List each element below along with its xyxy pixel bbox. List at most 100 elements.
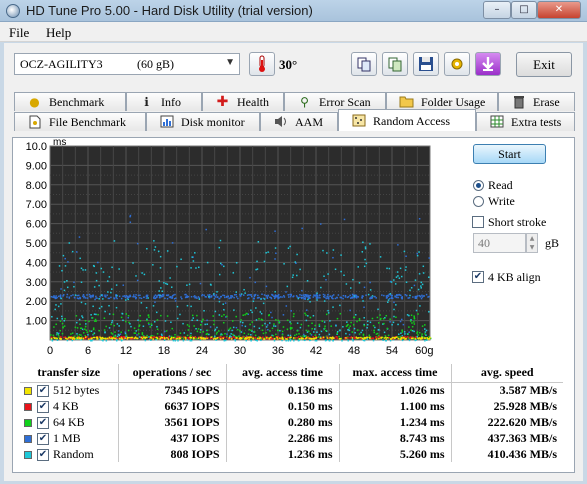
data-point-1mb <box>405 255 407 257</box>
tab-info[interactable]: ℹ Info <box>126 92 202 111</box>
tab-health[interactable]: ✚ Health <box>202 92 284 111</box>
data-point-64kb <box>62 326 64 329</box>
short-stroke-input[interactable]: 40 <box>473 233 526 253</box>
data-point-random <box>289 334 292 337</box>
data-point-512b <box>399 338 402 340</box>
data-point-1mb <box>406 294 408 297</box>
data-point-random <box>286 285 289 288</box>
data-point-1mb <box>250 295 253 298</box>
save-icon[interactable] <box>413 52 439 76</box>
data-point-random <box>377 308 379 311</box>
data-point-random <box>260 339 262 342</box>
short-stroke-checkbox[interactable] <box>472 216 484 228</box>
data-point-1mb <box>66 293 69 296</box>
data-point-512b <box>119 337 121 340</box>
data-point-1mb <box>136 279 139 282</box>
data-point-64kb <box>325 313 328 316</box>
thermometer-icon[interactable] <box>249 52 275 76</box>
tab-random-access[interactable]: Random Access <box>338 109 476 131</box>
series-checkbox[interactable]: ✔ <box>37 385 49 397</box>
data-point-random <box>403 250 406 253</box>
data-point-64kb <box>261 329 264 332</box>
series-checkbox[interactable]: ✔ <box>37 400 49 413</box>
maximize-button[interactable]: □ <box>511 1 537 19</box>
data-point-1mb <box>164 330 166 333</box>
tab-erase[interactable]: Erase <box>498 92 575 111</box>
data-point-64kb <box>300 323 303 326</box>
data-point-1mb <box>221 263 223 266</box>
tab-file-benchmark[interactable]: File Benchmark <box>14 112 146 131</box>
series-checkbox[interactable]: ✔ <box>37 432 49 445</box>
data-point-random <box>165 282 167 285</box>
align-checkbox[interactable]: ✔ <box>472 271 484 283</box>
data-point-random <box>54 308 56 311</box>
data-point-random <box>347 339 349 342</box>
data-point-1mb <box>350 296 353 299</box>
data-point-random <box>424 339 426 342</box>
exit-button[interactable]: Exit <box>516 52 572 77</box>
start-button[interactable]: Start <box>473 144 546 164</box>
tab-label: Info <box>161 95 181 109</box>
short-stroke-label: Short stroke <box>488 215 547 229</box>
data-point-1mb <box>215 294 218 296</box>
options-icon[interactable] <box>444 52 470 76</box>
data-point-1mb <box>145 297 148 299</box>
data-point-512b <box>256 337 259 340</box>
data-point-1mb <box>292 295 294 298</box>
series-checkbox[interactable]: ✔ <box>37 448 49 461</box>
data-point-512b <box>268 337 271 339</box>
data-point-1mb <box>129 214 132 217</box>
data-point-random <box>285 339 287 342</box>
tab-aam[interactable]: AAM <box>260 112 338 131</box>
minimize-button[interactable]: – <box>483 1 511 19</box>
data-point-1mb <box>319 297 321 299</box>
data-point-512b <box>351 337 354 339</box>
data-point-1mb <box>303 333 305 336</box>
data-point-1mb <box>209 326 212 328</box>
avg-cell: 0.280 ms <box>226 414 340 430</box>
data-point-64kb <box>82 332 85 334</box>
data-point-64kb <box>110 323 112 326</box>
copy-screenshot-icon[interactable] <box>382 52 408 76</box>
data-point-random <box>334 268 337 271</box>
data-point-512b <box>126 338 129 340</box>
data-point-64kb <box>413 316 416 318</box>
data-point-random <box>418 273 421 275</box>
spin-stepper[interactable]: ▲ ▼ <box>526 233 538 253</box>
write-radio[interactable] <box>473 196 484 207</box>
data-point-random <box>343 274 345 277</box>
data-point-random <box>274 291 276 293</box>
data-point-512b <box>172 336 175 339</box>
data-point-random <box>111 266 113 269</box>
menu-help[interactable]: Help <box>46 25 71 41</box>
data-point-random <box>357 266 359 268</box>
data-point-random <box>63 281 66 283</box>
data-point-4kb <box>194 336 196 338</box>
read-radio[interactable] <box>473 180 484 191</box>
data-point-512b <box>414 338 417 340</box>
close-button[interactable]: ✕ <box>537 1 581 19</box>
data-point-1mb <box>298 296 301 299</box>
data-point-1mb <box>225 295 228 298</box>
data-point-64kb <box>307 325 310 327</box>
data-point-1mb <box>190 295 193 298</box>
menu-file[interactable]: File <box>9 25 29 41</box>
drive-select[interactable]: OCZ-AGILITY3 (60 gB) ▼ <box>14 53 240 75</box>
data-point-random <box>367 293 370 296</box>
series-checkbox[interactable]: ✔ <box>37 416 49 429</box>
tab-extra-tests[interactable]: Extra tests <box>476 112 575 131</box>
data-point-random <box>154 246 157 248</box>
data-point-1mb <box>334 297 337 300</box>
data-point-1mb <box>416 252 418 255</box>
data-point-64kb <box>413 323 416 325</box>
copy-info-icon[interactable] <box>351 52 377 76</box>
data-point-random <box>340 270 342 273</box>
download-icon[interactable] <box>475 52 501 76</box>
data-point-512b <box>210 336 212 339</box>
data-point-512b <box>133 337 136 340</box>
tab-benchmark[interactable]: ● Benchmark <box>14 92 126 111</box>
data-point-64kb <box>191 314 194 317</box>
tab-disk-monitor[interactable]: Disk monitor <box>146 112 260 131</box>
data-point-64kb <box>148 316 150 318</box>
data-point-64kb <box>424 324 426 326</box>
